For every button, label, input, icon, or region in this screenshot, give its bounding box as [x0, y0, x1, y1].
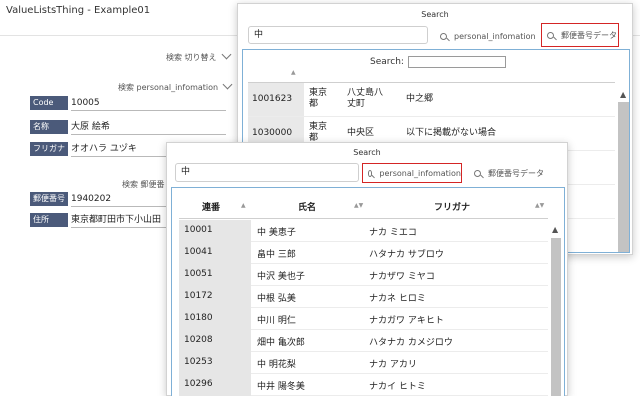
toggle-personal-label: personal_infomation [379, 168, 461, 178]
cell-name: 中 明花梨 [257, 360, 296, 370]
cell-area: 以下に掲載がない場合 [406, 128, 497, 138]
sort-icon[interactable]: ▲▼ [354, 202, 363, 209]
field-row-code: Code 10005 [30, 96, 230, 111]
header-divider [179, 218, 548, 219]
cell-name: 畑中 亀次郎 [257, 338, 305, 348]
cell-id: 10172 [184, 291, 213, 301]
search-icon [474, 169, 481, 177]
toggle-postal-button[interactable]: 郵便番号データ [472, 165, 544, 181]
table-row[interactable]: 10208 畑中 亀次郎 ハタナカ カメジロウ [179, 330, 548, 352]
sort-asc-icon[interactable]: ▲ [241, 202, 246, 209]
cell-kana: ナカザワ ミヤコ [369, 272, 435, 282]
table-row[interactable]: 1001623 東京都 八丈島八丈町 中之郷 [248, 83, 615, 117]
cell-kana: ナカガワ アキヒト [369, 316, 444, 326]
cell-area: 中之郷 [406, 94, 434, 104]
cell-kana: ナカ ミエコ [369, 228, 417, 238]
postal-section-label: 検索 郵便番 [122, 180, 165, 189]
toggle-postal-label: 郵便番号データ [488, 168, 544, 178]
sort-asc-icon[interactable]: ▲ [291, 69, 296, 76]
field-label: フリガナ [30, 142, 68, 156]
search-toggle-header[interactable]: 検索 切り替え [166, 49, 231, 63]
field-label: Code [30, 96, 68, 110]
field-value-code[interactable]: 10005 [71, 96, 100, 110]
toggle-personal-label: personal_infomation [454, 31, 536, 41]
toggle-postal-button[interactable]: 郵便番号データ [541, 23, 619, 47]
inner-search-label: Search: [370, 57, 404, 67]
table-row[interactable]: 10051 中沢 美也子 ナカザワ ミヤコ [179, 264, 548, 286]
table-row[interactable]: 10296 中井 陽冬美 ナカイ ヒトミ [179, 374, 548, 396]
table-row[interactable]: 10180 中川 明仁 ナカガワ アキヒト [179, 308, 548, 330]
personal-section-header[interactable]: 検索 personal_infomation [118, 79, 233, 93]
cell-name: 中沢 美也子 [257, 272, 305, 282]
field-value-name[interactable]: 大原 絵希 [71, 120, 110, 134]
scroll-up-arrow[interactable]: ▲ [620, 90, 626, 99]
scrollbar[interactable] [618, 102, 629, 252]
cell-name: 中 美恵子 [257, 228, 296, 238]
cell-pref: 東京都 [309, 122, 328, 143]
toggle-personal-button[interactable]: personal_infomation [434, 26, 540, 46]
field-row-name: 名称 大原 絵希 [30, 120, 230, 135]
scrollbar[interactable] [551, 238, 561, 396]
personal-search-popup: Search 中 personal_infomation 郵便番号データ 連番 … [166, 142, 568, 396]
field-underline [71, 110, 226, 111]
column-header-id[interactable]: 連番 [202, 200, 220, 213]
cell-kana: ナカネ ヒロミ [369, 294, 426, 304]
postal-section-header[interactable]: 検索 郵便番 [122, 179, 165, 190]
chevron-down-icon[interactable] [222, 79, 233, 90]
popup-title: Search [353, 148, 381, 157]
chevron-down-icon[interactable] [221, 49, 231, 60]
personal-results-panel: 連番 ▲ 氏名 ▲▼ フリガナ ▲▼ 10001 中 美恵子 ナカ ミエコ 10… [171, 187, 565, 396]
cell-name: 中川 明仁 [257, 316, 296, 326]
cell-kana: ハタナカ カメジロウ [369, 338, 453, 348]
search-icon [368, 169, 373, 177]
cell-id: 10051 [184, 269, 213, 279]
toggle-personal-button[interactable]: personal_infomation [362, 163, 462, 183]
sort-icon[interactable]: ▲▼ [535, 202, 544, 209]
search-toggle-label: 検索 切り替え [166, 53, 217, 62]
app-title: ValueListsThing - Example01 [6, 5, 151, 16]
popup-title: Search [421, 10, 449, 19]
field-label: 郵便番号 [30, 192, 68, 206]
search-icon [440, 32, 447, 40]
table-row[interactable]: 10172 中根 弘美 ナカネ ヒロミ [179, 286, 548, 308]
cell-id: 10253 [184, 357, 213, 367]
cell-name: 畠中 三郎 [257, 250, 296, 260]
cell-name: 中井 陽冬美 [257, 382, 305, 392]
table-row[interactable]: 10001 中 美恵子 ナカ ミエコ [179, 220, 548, 242]
search-input[interactable]: 中 [175, 163, 359, 182]
personal-section-label: 検索 personal_infomation [118, 83, 219, 92]
field-value-kana[interactable]: オオハラ ユヅキ [71, 142, 137, 156]
search-input[interactable]: 中 [248, 26, 428, 44]
cell-city: 八丈島八丈町 [347, 88, 384, 109]
field-value-postal[interactable]: 1940202 [71, 192, 111, 206]
cell-pref: 東京都 [309, 88, 328, 109]
cell-kana: ハタナカ サブロウ [369, 250, 444, 260]
cell-id: 10001 [184, 225, 213, 235]
search-icon [547, 31, 554, 39]
field-label: 住所 [30, 213, 68, 227]
table-row[interactable]: 10253 中 明花梨 ナカ アカリ [179, 352, 548, 374]
cell-id: 10296 [184, 379, 213, 389]
toggle-postal-label: 郵便番号データ [561, 30, 617, 40]
field-underline [71, 134, 226, 135]
table-row[interactable]: 10041 畠中 三郎 ハタナカ サブロウ [179, 242, 548, 264]
cell-name: 中根 弘美 [257, 294, 296, 304]
column-header-name[interactable]: 氏名 [298, 200, 316, 213]
cell-id: 10180 [184, 313, 213, 323]
column-header-kana[interactable]: フリガナ [434, 200, 470, 213]
field-value-address[interactable]: 東京都町田市下小山田 [71, 213, 161, 227]
cell-kana: ナカイ ヒトミ [369, 382, 426, 392]
cell-id: 10041 [184, 247, 213, 257]
cell-id: 10208 [184, 335, 213, 345]
inner-search-input[interactable] [408, 56, 506, 68]
scroll-up-arrow[interactable]: ▲ [552, 225, 558, 234]
field-label: 名称 [30, 120, 68, 134]
cell-city: 中央区 [347, 128, 375, 138]
cell-code: 1001623 [252, 94, 293, 104]
cell-kana: ナカ アカリ [369, 360, 417, 370]
cell-code: 1030000 [252, 128, 293, 138]
